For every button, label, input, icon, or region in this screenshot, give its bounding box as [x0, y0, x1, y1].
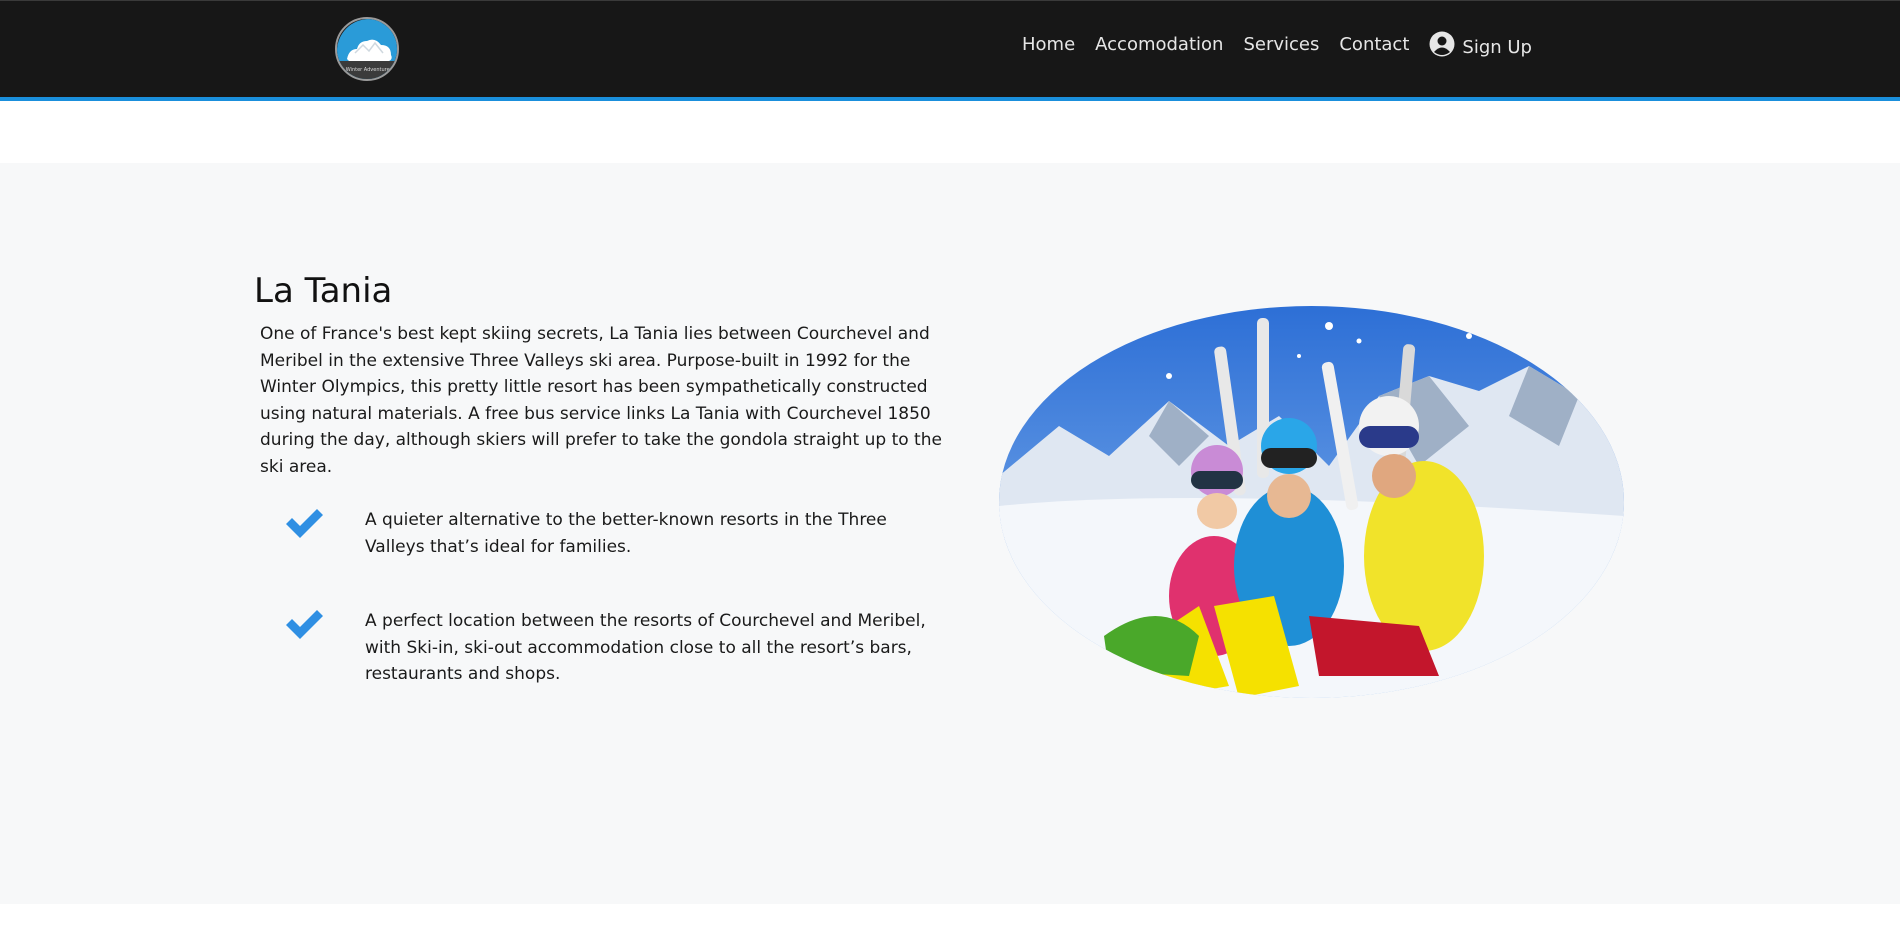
spacer-band — [0, 101, 1900, 163]
checkmark-icon — [286, 509, 323, 538]
feature-text: A perfect location between the resorts o… — [365, 611, 926, 684]
nav-link-home[interactable]: Home — [1022, 34, 1075, 55]
nav-link-services[interactable]: Services — [1243, 34, 1319, 55]
feature-text: A quieter alternative to the better-know… — [365, 510, 887, 557]
top-navbar: Winter Adventures Home Accomodation Serv… — [0, 0, 1900, 101]
family-skiers-photo — [999, 306, 1624, 698]
resort-section: La Tania One of France's best kept skiin… — [0, 163, 1900, 904]
intro-paragraph: One of France's best kept skiing secrets… — [260, 324, 942, 477]
page-title: La Tania — [254, 271, 393, 311]
logo-mountain-icon: Winter Adventures — [337, 19, 397, 79]
photo-illustration — [999, 306, 1624, 698]
svg-text:Winter Adventures: Winter Adventures — [346, 67, 393, 73]
sign-up-button[interactable]: Sign Up — [1429, 31, 1532, 58]
nav-link-accomodation[interactable]: Accomodation — [1095, 34, 1223, 55]
user-circle-icon — [1429, 31, 1455, 56]
bottom-band — [0, 904, 1900, 947]
checkmark-icon — [286, 610, 323, 639]
nav-link-contact[interactable]: Contact — [1339, 34, 1409, 55]
sign-up-label: Sign Up — [1462, 37, 1532, 58]
site-logo[interactable]: Winter Adventures — [335, 17, 399, 81]
nav-links: Home Accomodation Services Contact Sign … — [1022, 31, 1532, 58]
